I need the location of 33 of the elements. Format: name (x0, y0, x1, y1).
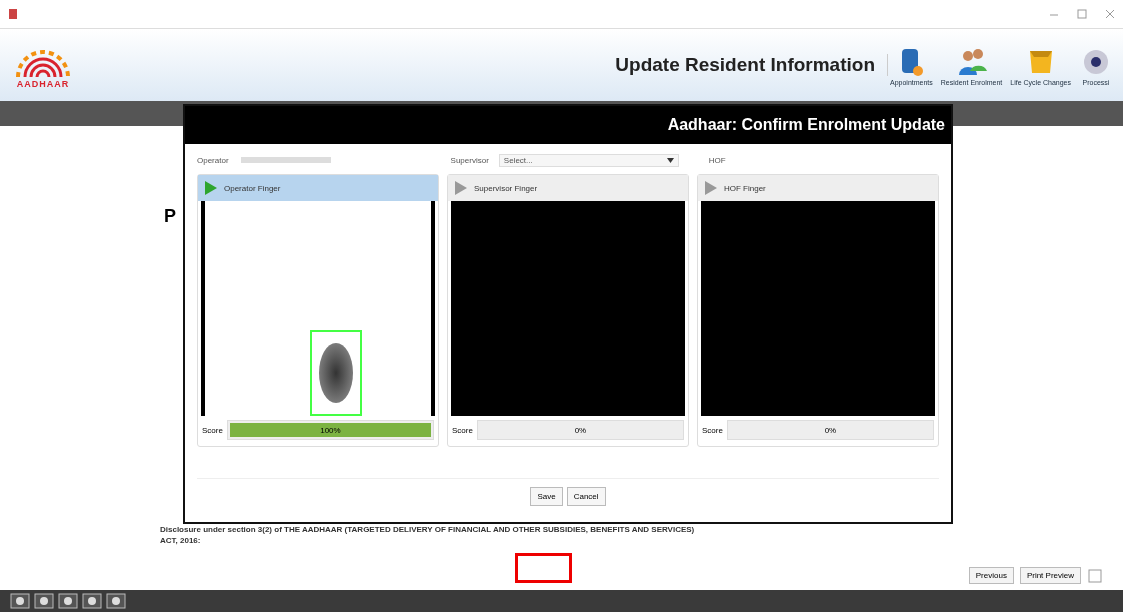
status-tool-icon[interactable] (58, 593, 78, 609)
play-icon (454, 181, 468, 195)
score-label: Score (202, 425, 223, 435)
play-icon (204, 181, 218, 195)
status-tool-icon[interactable] (106, 593, 126, 609)
field-label: Supervisor (450, 155, 489, 165)
disclosure-text: Disclosure under section 3(2) of THE AADHAAR (TARGETED DELIVERY OF FINANCIAL AND OTHER SUBSIDIES, BENEFITS AND SERVICES) ACT, 2016: (160, 524, 696, 546)
page-title: Update Resident Information (615, 54, 888, 76)
status-tool-icon[interactable] (34, 593, 54, 609)
dialog-button[interactable]: Cancel (566, 487, 606, 506)
nav-button[interactable]: Previous (968, 567, 1014, 584)
section-heading: P (164, 206, 177, 227)
status-tool-icon[interactable] (10, 593, 30, 609)
dialog-title: Aadhaar: Confirm Enrolment Update (185, 106, 951, 144)
score-value: 0% (574, 425, 587, 435)
score-label: Score (452, 425, 473, 435)
score-value: 0% (824, 425, 837, 435)
logo-text: AADHAAR (16, 79, 70, 89)
finger-tab[interactable]: Operator Finger (198, 175, 438, 201)
finger-tab[interactable]: Supervisor Finger (448, 175, 688, 201)
score-value: 100% (320, 425, 341, 435)
play-icon (704, 181, 718, 195)
supervisor-dropdown[interactable]: Select... (498, 153, 679, 167)
close-icon[interactable] (1105, 9, 1115, 19)
field-label: HOF (708, 155, 726, 165)
status-tool-icon[interactable] (82, 593, 102, 609)
dialog-button[interactable]: Save (530, 487, 563, 506)
dropdown-caret-icon (666, 157, 674, 163)
app-icon (8, 8, 18, 20)
nav-button[interactable]: Print Preview (1019, 567, 1081, 584)
finger-tab[interactable]: HOF Finger (698, 175, 938, 201)
field-label: Operator (197, 155, 229, 165)
score-label: Score (702, 425, 723, 435)
